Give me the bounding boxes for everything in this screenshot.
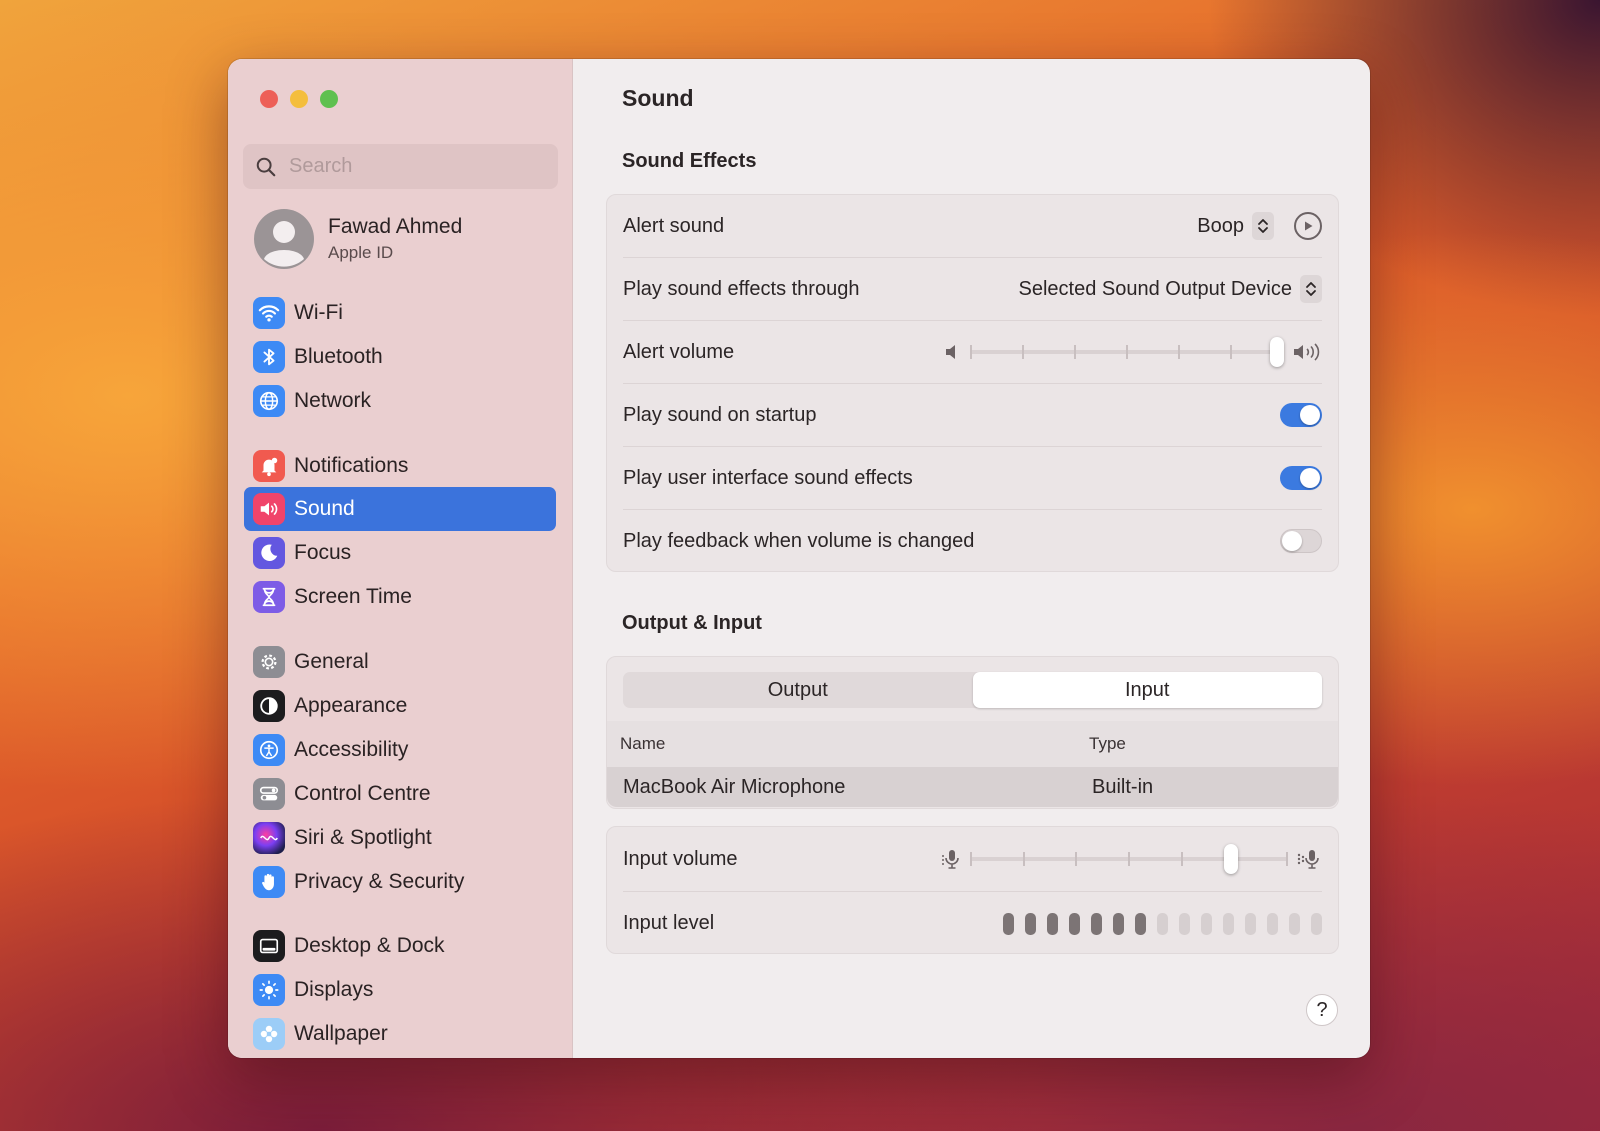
play-alert-button[interactable] (1294, 212, 1322, 240)
volume-feedback-toggle[interactable] (1280, 529, 1322, 553)
slider-tick (1128, 852, 1130, 866)
slider-tick (970, 852, 972, 866)
ui-effects-toggle[interactable] (1280, 466, 1322, 490)
slider-tick (1230, 345, 1232, 359)
level-bar (1113, 912, 1124, 935)
microphone-low-icon (942, 850, 959, 869)
slider-tick (1180, 852, 1183, 866)
output-input-card: Output Input Name Type MacBook Air Micro… (606, 656, 1339, 809)
level-bar (1201, 912, 1212, 935)
input-volume-row: Input volume (607, 827, 1338, 891)
level-bar (1135, 912, 1146, 935)
input-level-label: Input level (623, 912, 715, 934)
play-through-label: Play sound effects through (623, 277, 860, 300)
slider-tick (1022, 852, 1025, 866)
settings-window: Fawad Ahmed Apple ID Wi-Fi Bluetooth (228, 59, 1370, 1058)
device-name: MacBook Air Microphone (623, 775, 846, 798)
output-device-value: Selected Sound Output Device (1018, 277, 1292, 300)
main-pane: Sound Sound Effects Alert sound Boop Pla… (228, 59, 1370, 1058)
input-level-card: Input volume Input level (606, 826, 1339, 954)
volume-feedback-label: Play feedback when volume is changed (623, 529, 975, 552)
tab-output[interactable]: Output (623, 672, 973, 708)
slider-tick (1075, 852, 1078, 866)
play-icon (1305, 221, 1313, 231)
startup-sound-row: Play sound on startup (607, 384, 1338, 446)
alert-sound-row: Alert sound Boop (607, 195, 1338, 257)
level-bar (1091, 912, 1102, 935)
input-volume-slider[interactable] (970, 844, 1288, 874)
level-bar (1179, 912, 1190, 935)
chevron-up-down-icon (1300, 275, 1322, 303)
section-title-output-input: Output & Input (622, 612, 762, 634)
tab-input[interactable]: Input (972, 672, 1322, 708)
level-bar (1003, 912, 1014, 935)
device-type: Built-in (1092, 775, 1154, 798)
level-bar (1267, 912, 1278, 935)
input-volume-label: Input volume (623, 847, 738, 870)
table-row[interactable]: MacBook Air Microphone Built-in (607, 767, 1338, 807)
microphone-high-icon (1297, 850, 1319, 869)
alert-sound-value: Boop (1197, 214, 1244, 237)
speaker-low-icon (946, 345, 955, 359)
section-title-sound-effects: Sound Effects (622, 150, 757, 172)
startup-sound-toggle[interactable] (1280, 403, 1322, 427)
alert-sound-label: Alert sound (623, 214, 725, 237)
level-bar (1245, 912, 1256, 935)
alert-sound-select[interactable]: Boop (1197, 212, 1274, 240)
column-type[interactable]: Type (1089, 734, 1126, 754)
level-bar (1157, 912, 1168, 935)
device-table-header: Name Type (607, 721, 1338, 767)
volume-feedback-row: Play feedback when volume is changed (607, 510, 1338, 572)
input-level-meter (1003, 912, 1322, 935)
level-bar (1223, 912, 1234, 935)
alert-volume-label: Alert volume (623, 340, 735, 363)
input-level-row: Input level (607, 892, 1338, 955)
slider-tick (1022, 345, 1024, 359)
level-bar (1289, 912, 1300, 935)
slider-tick (1126, 345, 1128, 359)
alert-volume-slider[interactable] (970, 337, 1284, 367)
alert-volume-thumb[interactable] (1270, 337, 1284, 367)
level-bar (1069, 912, 1080, 935)
play-through-row: Play sound effects through Selected Soun… (607, 258, 1338, 320)
speaker-high-icon (1294, 343, 1320, 361)
slider-tick (1074, 345, 1076, 359)
level-bar (1047, 912, 1058, 935)
startup-sound-label: Play sound on startup (623, 403, 817, 426)
ui-effects-row: Play user interface sound effects (607, 447, 1338, 509)
help-button[interactable]: ? (1306, 994, 1338, 1026)
alert-volume-row: Alert volume (607, 321, 1338, 383)
slider-tick (1178, 345, 1180, 359)
level-bar (1025, 912, 1036, 935)
slider-tick (970, 345, 972, 359)
slider-tick (1286, 852, 1288, 866)
column-name[interactable]: Name (620, 734, 665, 754)
sound-effects-card: Alert sound Boop Play sound effects thro… (606, 194, 1339, 572)
output-device-select[interactable]: Selected Sound Output Device (1018, 275, 1322, 303)
ui-effects-label: Play user interface sound effects (623, 466, 913, 489)
page-title: Sound (622, 85, 694, 111)
level-bar (1311, 912, 1322, 935)
chevron-up-down-icon (1252, 212, 1274, 240)
output-input-tabs: Output Input (623, 672, 1322, 708)
input-volume-thumb[interactable] (1223, 844, 1238, 874)
